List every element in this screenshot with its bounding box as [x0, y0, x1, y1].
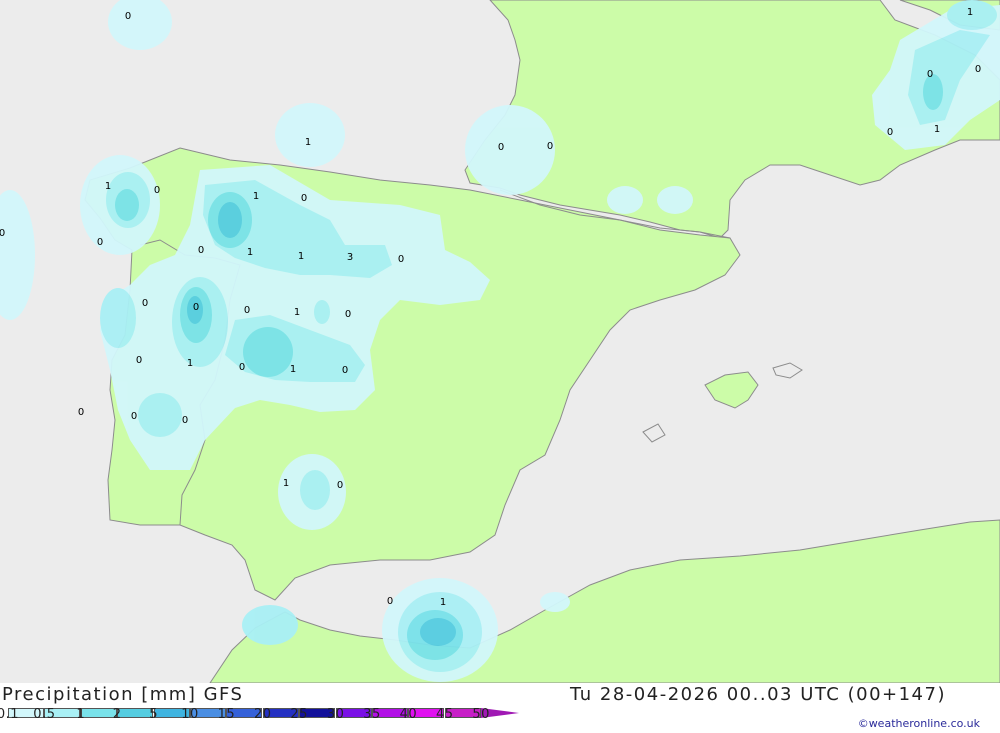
value-label: 0 [239, 362, 245, 373]
value-label: 1 [305, 137, 311, 148]
value-label: 0 [142, 298, 148, 309]
value-label: 0 [342, 365, 348, 376]
value-label: 1 [298, 251, 304, 262]
scale-tick-label: 15 [217, 707, 236, 722]
value-label: 1 [283, 478, 289, 489]
value-label: 0 [498, 142, 504, 153]
value-label: 0 [154, 185, 160, 196]
value-label: 1 [105, 181, 111, 192]
value-label: 0 [547, 141, 553, 152]
value-label: 0 [244, 305, 250, 316]
value-label: 0 [198, 245, 204, 256]
scale-tick-label: 50 [472, 707, 490, 722]
value-label: 0 [975, 64, 981, 75]
scale-tick-label: 40 [399, 707, 418, 722]
value-label: 0 [131, 411, 137, 422]
precipitation-map[interactable]: 0 1 0 0 1 0 1 1 0 0 0 0 1 0 1 1 0 0 3 0 0 0 0 1 0 1 1 0 0 0 0 0 0 1 0 0 1 [0, 0, 1000, 683]
scale-tick-label: 25 [290, 707, 308, 722]
value-label: 0 [125, 11, 131, 22]
value-label: 1 [934, 124, 940, 135]
value-label: 0 [0, 228, 5, 239]
value-label: 0 [182, 415, 188, 426]
value-label: 0 [193, 302, 199, 313]
value-label: 0 [97, 237, 103, 248]
value-label: 3 [347, 252, 353, 263]
value-label: 1 [253, 191, 259, 202]
scale-tick-label: 20 [254, 707, 272, 722]
scale-tick-label: 0.5 [33, 707, 56, 722]
value-label: 1 [247, 247, 253, 258]
value-label: 1 [290, 364, 296, 375]
value-label: 0 [301, 193, 307, 204]
scale-tick-label: 10 [181, 707, 199, 722]
scale-tick-label: 30 [326, 707, 345, 722]
scale-tick-label: 35 [363, 707, 381, 722]
value-label: 1 [967, 7, 973, 18]
scale-swatch [117, 708, 154, 718]
value-label: 1 [187, 358, 193, 369]
scale-tick-label: 1 [76, 707, 86, 722]
scale-tick-label: 45 [436, 707, 454, 722]
value-label: 1 [440, 597, 446, 608]
value-label: 0 [337, 480, 343, 491]
scale-tick-label: 2 [112, 707, 122, 722]
map-title: Precipitation [mm] GFS [2, 684, 244, 705]
scale-tick-label: 0.1 [0, 707, 20, 722]
value-label: 0 [887, 127, 893, 138]
value-label: 0 [136, 355, 142, 366]
value-label: 0 [387, 596, 393, 607]
value-label: 0 [398, 254, 404, 265]
value-label: 0 [927, 69, 933, 80]
scale-swatch [80, 708, 117, 718]
value-label: 0 [345, 309, 351, 320]
credit-link[interactable]: ©weatheronline.co.uk [858, 717, 980, 730]
scale-tick-label: 5 [149, 707, 158, 722]
value-label: 1 [294, 307, 300, 318]
map-datetime: Tu 28-04-2026 00..03 UTC (00+147) [570, 684, 946, 705]
value-label: 0 [78, 407, 84, 418]
